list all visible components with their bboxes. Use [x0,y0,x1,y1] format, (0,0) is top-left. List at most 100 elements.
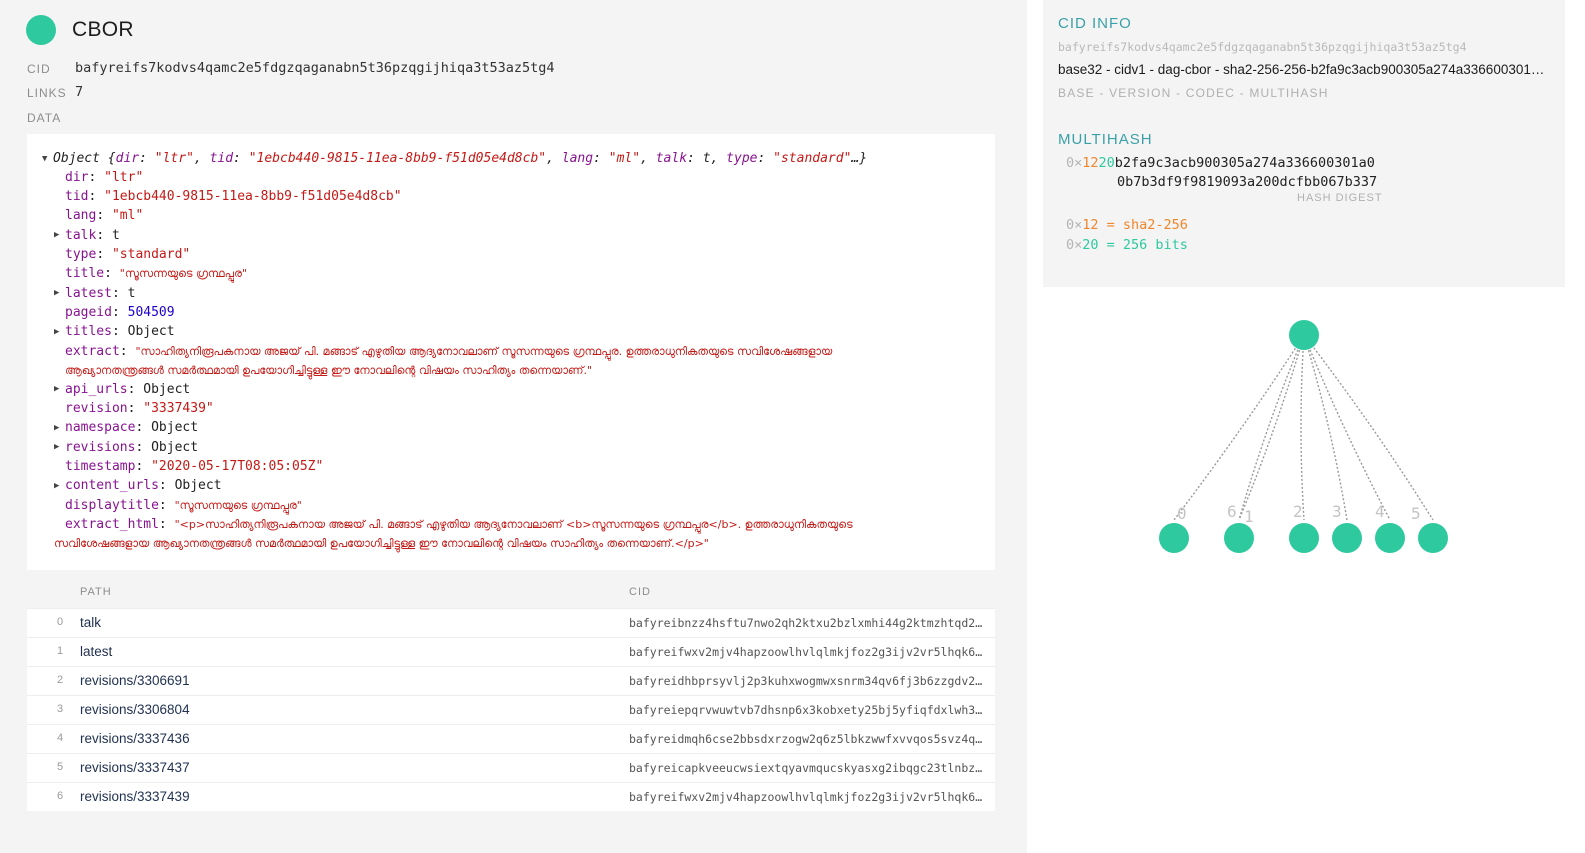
preview-value: "ltr" [154,151,194,166]
links-count: 7 [75,84,84,100]
graph-edge-label: 2 [1293,502,1303,521]
graph-child-node[interactable] [1375,523,1405,553]
data-label: DATA [27,111,62,125]
preview-value: t [702,151,711,166]
preview-key: talk [655,151,688,166]
prop-timestamp: timestamp: "2020-05-17T08:05:05Z" [65,459,324,474]
preview-value: "1ebcb440-9815-11ea-8bb9-f51d05e4d8cb" [248,151,547,166]
prop-namespace[interactable]: namespace: Object [65,418,198,437]
expand-arrow-icon[interactable]: ▶ [54,423,59,433]
prop-lang: lang: "ml" [65,208,144,223]
table-row[interactable]: 3 revisions/3306804 bafyreiepqrvwuwtvb7dhs… [27,695,995,724]
prop-content-urls[interactable]: content_urls: Object [65,476,222,495]
graph-edge-label: 6 [1227,502,1237,521]
row-path-link[interactable]: talk [80,615,101,630]
cid-faint: bafyreifs7kodvs4qamc2e5fdgzqaganabn5t36p… [1058,40,1467,54]
multihash-code: 0×12 = sha2-256 [1066,217,1188,233]
preview-key: dir [115,151,140,166]
graph-child-node[interactable] [1289,523,1319,553]
row-path-link[interactable]: revisions/3306804 [80,702,190,717]
graph-edge [1238,334,1305,521]
expand-arrow-icon[interactable]: ▼ [42,154,47,164]
prop-pageid: pageid: 504509 [65,305,175,320]
graph-edge-label: 4 [1375,502,1385,521]
row-index: 1 [57,645,64,657]
prop-extract: extract: "സാഹിത്യനിരൂപകനായ അജയ് പി. മങ്ങ… [65,344,833,359]
multihash-length: 0×20 = 256 bits [1066,237,1188,253]
table-row[interactable]: 4 revisions/3337436 bafyreidmqh6cse2bbsdxr… [27,724,995,753]
expand-arrow-icon[interactable]: ▶ [54,230,59,240]
cid-info-panel: CID INFO bafyreifs7kodvs4qamc2e5fdgzqaga… [1043,0,1565,287]
row-cid[interactable]: bafyreibnzz4hsftu7nwo2qh2ktxu2bzlxmhi44g… [629,616,984,630]
table-row[interactable]: 6 revisions/3337439 bafyreifwxv2mjv4hapzoo… [27,782,995,811]
graph-edge-label: 0 [1177,504,1187,523]
prop-titles[interactable]: titles: Object [65,322,175,341]
row-index: 2 [57,674,64,686]
row-cid[interactable]: bafyreiepqrvwuwtvb7dhsnp6x3kobxety25bj5y… [629,703,984,717]
column-header-cid: CID [629,586,651,598]
graph-edge [1303,334,1434,521]
row-cid[interactable]: bafyreifwxv2mjv4hapzoowlhvlqlmkjfoz2g3ij… [629,790,984,804]
dag-graph: 0 61 2 3 4 5 [1159,320,1448,553]
prop-title: title: "സൂസന്നയുടെ ഗ്രന്ഥപ്പുര" [65,266,247,281]
row-cid[interactable]: bafyreifwxv2mjv4hapzoowlhvlqlmkjfoz2g3ij… [629,645,984,659]
row-cid[interactable]: bafyreidmqh6cse2bbsdxrzogw2q6z5lbkzwwfxv… [629,732,984,746]
prop-talk[interactable]: talk: t [65,226,120,245]
prop-dir: dir: "ltr" [65,170,144,185]
table-row[interactable]: 0 talk bafyreibnzz4hsftu7nwo2qh2ktxu2bzlxm… [27,608,995,637]
prop-revision: revision: "3337439" [65,401,214,416]
graph-edge [1303,334,1348,521]
prop-latest[interactable]: latest: t [65,284,135,303]
expand-arrow-icon[interactable]: ▶ [54,442,59,452]
row-index: 6 [57,790,64,802]
row-cid[interactable]: bafyreidhbprsyvlj2p3kuhxwogmwxsnrm34qv6f… [629,674,984,688]
expand-arrow-icon[interactable]: ▶ [54,327,59,337]
row-index: 3 [57,703,64,715]
preview-value: "standard" [773,151,852,166]
codec-dot-icon [26,15,56,45]
prop-type: type: "standard" [65,247,191,262]
graph-edge [1300,334,1305,521]
graph-root-node[interactable] [1289,320,1319,350]
graph-child-node[interactable] [1224,523,1254,553]
graph-edge [1238,334,1305,521]
graph-edge [1173,334,1305,521]
cid-label: CID [27,62,51,76]
expand-arrow-icon[interactable]: ▶ [54,288,59,298]
expand-arrow-icon[interactable]: ▶ [54,481,59,491]
row-path-link[interactable]: revisions/3306691 [80,673,190,688]
expand-arrow-icon[interactable]: ▶ [54,384,59,394]
preview-key: lang [561,151,594,166]
prop-revisions[interactable]: revisions: Object [65,438,198,457]
cid-breakdown: base32 - cidv1 - dag-cbor - sha2-256-256… [1058,62,1550,77]
graph-child-node[interactable] [1332,523,1362,553]
row-path-link[interactable]: revisions/3337439 [80,789,190,804]
multihash-line-2: 0b7b3df9f9819093a200dcfbb067b337 [1117,174,1378,190]
table-row[interactable]: 5 revisions/3337437 bafyreicapkveeucwsiext… [27,753,995,782]
row-path-link[interactable]: revisions/3337437 [80,760,190,775]
cid-value: bafyreifs7kodvs4qamc2e5fdgzqaganabn5t36p… [75,60,555,76]
preview-key: type [726,151,758,166]
object-root[interactable]: Object {dir: "ltr", tid: "1ebcb440-9815-… [53,149,867,168]
graph-child-node[interactable] [1159,523,1189,553]
prop-tid: tid: "1ebcb440-9815-11ea-8bb9-f51d05e4d8… [65,189,402,204]
preview-value: "ml" [608,151,641,166]
graph-edge-label: 3 [1332,502,1342,521]
links-label: LINKS [27,86,67,100]
row-path-link[interactable]: revisions/3337436 [80,731,190,746]
row-index: 5 [57,761,64,773]
row-index: 0 [57,616,64,628]
graph-child-node[interactable] [1418,523,1448,553]
graph-edge-label: 1 [1244,507,1254,526]
codec-title: CBOR [72,18,134,41]
preview-key: tid [209,151,234,166]
table-row[interactable]: 1 latest bafyreifwxv2mjv4hapzoowlhvlqlmkjf… [27,637,995,666]
cid-info-title: CID INFO [1058,15,1132,32]
row-index: 4 [57,732,64,744]
row-cid[interactable]: bafyreicapkveeucwsiextqyavmqucskyasxg2ib… [629,761,984,775]
multihash-title: MULTIHASH [1058,131,1153,148]
prop-api-urls[interactable]: api_urls: Object [65,380,190,399]
row-path-link[interactable]: latest [80,644,112,659]
hash-digest-label: HASH DIGEST [1297,192,1383,204]
table-row[interactable]: 2 revisions/3306691 bafyreidhbprsyvlj2p3ku… [27,666,995,695]
